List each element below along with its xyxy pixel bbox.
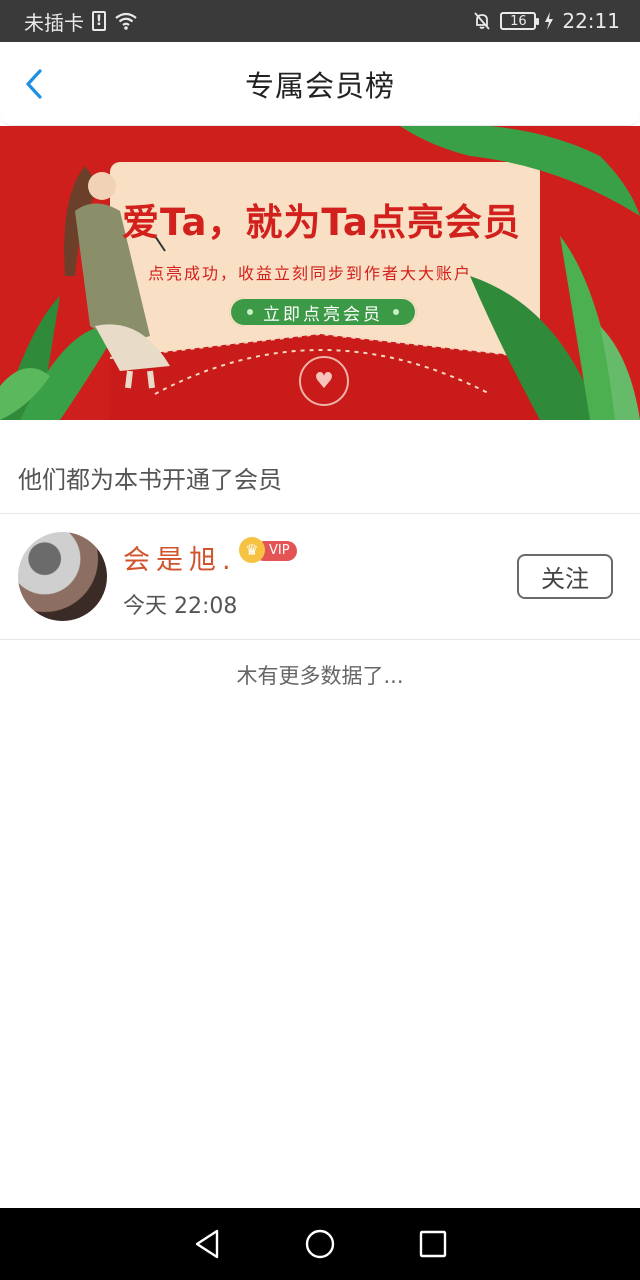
nav-recents-button[interactable] — [413, 1224, 453, 1264]
member-time: 今天 22:08 — [123, 594, 238, 619]
charging-icon — [545, 12, 554, 30]
no-more-data-label: 木有更多数据了... — [236, 664, 404, 688]
banner-subtitle: 点亮成功，收益立刻同步到作者大大账户 — [148, 264, 473, 283]
cta-dot-left — [247, 309, 253, 315]
crown-icon: ♛ — [239, 537, 265, 563]
status-bar: 未插卡 ! 16 22:11 — [0, 0, 640, 42]
nav-home-button[interactable] — [300, 1224, 340, 1264]
divider — [0, 639, 640, 640]
avatar[interactable] — [18, 532, 107, 621]
promo-banner[interactable]: 爱Ta，就为Ta点亮会员 点亮成功，收益立刻同步到作者大大账户 立即点亮会员 ♥ — [0, 126, 640, 420]
page-title: 专属会员榜 — [244, 68, 395, 103]
clock: 22:11 — [562, 9, 620, 33]
list-item[interactable]: 会是旭. VIP ♛ 今天 22:08 关注 — [0, 514, 640, 639]
heart-seal-icon: ♥ — [299, 356, 349, 406]
sim-alert-icon: ! — [92, 11, 106, 31]
back-button[interactable] — [18, 68, 50, 100]
navigation-bar — [0, 1208, 640, 1280]
cta-dot-right — [393, 309, 399, 315]
banner-headline: 爱Ta，就为Ta点亮会员 — [122, 201, 521, 244]
nav-back-button[interactable] — [187, 1224, 227, 1264]
section-label: 他们都为本书开通了会员 — [18, 466, 282, 494]
status-right: 16 22:11 — [472, 9, 620, 33]
follow-button[interactable]: 关注 — [517, 554, 613, 599]
member-name: 会是旭. — [123, 545, 237, 576]
status-left: 未插卡 ! — [24, 7, 138, 36]
chevron-left-icon — [26, 69, 42, 99]
triangle-back-icon — [195, 1229, 218, 1259]
carrier-label: 未插卡 — [24, 10, 84, 35]
header: 专属会员榜 — [0, 42, 640, 126]
cta-label: 立即点亮会员 — [263, 304, 383, 325]
circle-home-icon — [305, 1229, 335, 1259]
bell-muted-icon — [474, 12, 491, 30]
battery-icon: 16 — [500, 12, 540, 30]
wifi-icon — [115, 12, 137, 30]
square-recents-icon — [420, 1230, 447, 1258]
light-up-vip-button[interactable]: 立即点亮会员 — [229, 297, 417, 327]
